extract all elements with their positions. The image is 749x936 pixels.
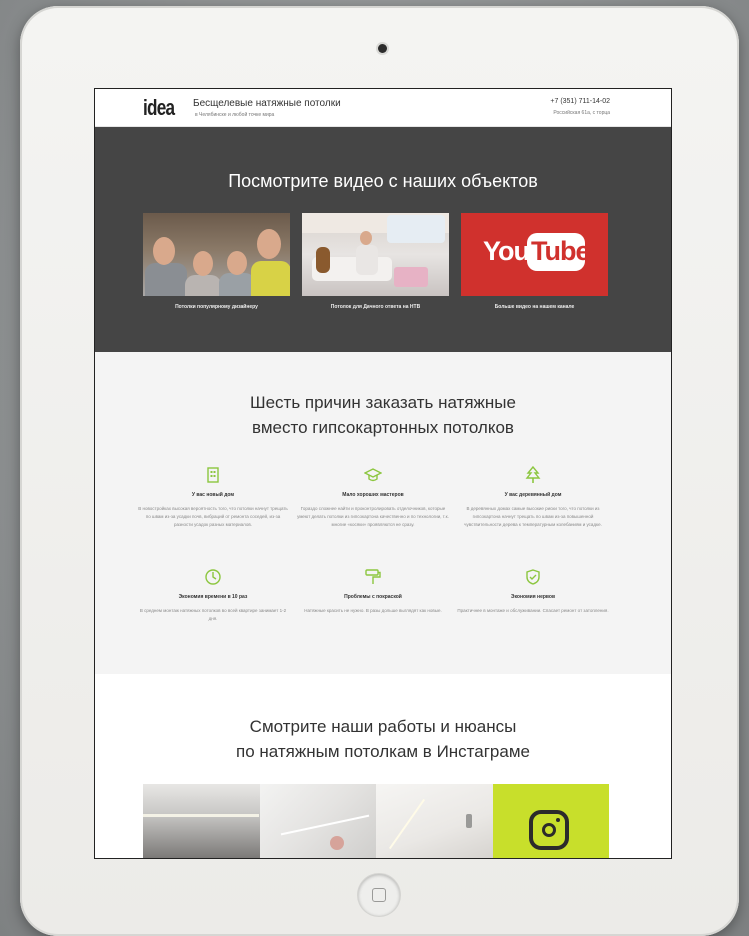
person-shirt	[251, 261, 290, 296]
light-strip	[280, 814, 369, 836]
reason-text: В деревянных домах самые высокие риски т…	[464, 506, 602, 527]
video-card[interactable]: You Tube Больше видео на нашем канале	[461, 213, 608, 310]
phone-number[interactable]: +7 (351) 711-14-02	[550, 98, 610, 105]
person-shirt	[219, 273, 255, 296]
paint-roller-icon	[365, 569, 381, 584]
lamp	[329, 836, 344, 850]
person-face	[360, 231, 372, 245]
reason-item: Экономия времени в 10 раз В среднем монт…	[133, 568, 293, 623]
clock-icon	[205, 569, 221, 585]
reason-text: Натяжные красить не нужно. В разы дольше…	[304, 608, 442, 613]
youtube-logo-box: Tube	[527, 233, 590, 271]
dog	[316, 247, 330, 273]
instagram-photo[interactable]	[143, 784, 260, 858]
person-face	[153, 237, 175, 265]
building-icon	[207, 467, 219, 483]
instagram-heading-line: Смотрите наши работы и нюансы	[249, 717, 517, 736]
video-card[interactable]: Потолок для Дачного ответа на НТВ	[302, 213, 449, 310]
site-logo[interactable]: idea	[143, 95, 175, 121]
light-strip	[388, 798, 426, 850]
instagram-icon[interactable]	[528, 810, 569, 850]
home-square-icon	[372, 888, 386, 902]
video-caption[interactable]: Потолки популярному дизайнеру	[143, 304, 290, 310]
person-shirt	[185, 275, 221, 296]
tree-icon	[525, 466, 541, 483]
site-title: Бесщелевые натяжные потолки	[193, 98, 341, 109]
person-body	[356, 245, 378, 275]
shield-icon	[526, 569, 540, 585]
light-strip	[143, 814, 259, 817]
reason-item: Мало хороших мастеров Гораздо сложнее на…	[293, 466, 453, 529]
instagram-heading: Смотрите наши работы и нюансы по натяжны…	[95, 714, 671, 764]
tv-screen	[387, 215, 445, 243]
reason-text: Гораздо сложнее найти и проконтролироват…	[297, 506, 449, 527]
reasons-heading: Шесть причин заказать натяжные вместо ги…	[95, 390, 671, 440]
person-shirt	[145, 263, 187, 296]
reason-text: В новостройках высокая вероятность того,…	[138, 506, 288, 527]
person-face	[193, 251, 213, 276]
reasons-heading-line: Шесть причин заказать натяжные	[250, 393, 516, 412]
reason-text: Практичнее в монтаже и обслуживании. Спа…	[457, 608, 609, 613]
video-card[interactable]: Потолки популярному дизайнеру	[143, 213, 290, 310]
person-face	[227, 251, 247, 275]
pink-table	[394, 267, 428, 287]
tablet-screen: idea Бесщелевые натяжные потолки в Челяб…	[94, 88, 672, 859]
video-thumbnail-selfie[interactable]	[143, 213, 290, 296]
instagram-icon-dot	[555, 818, 560, 822]
video-caption[interactable]: Больше видео на нашем канале	[461, 304, 608, 310]
reason-title: У вас деревянный дом	[504, 492, 562, 498]
home-button[interactable]	[358, 874, 400, 916]
spotlight	[466, 814, 472, 828]
reason-item: Проблемы с покраской Натяжные красить не…	[293, 568, 453, 615]
person-face	[257, 229, 281, 259]
youtube-thumbnail[interactable]: You Tube	[461, 213, 608, 296]
reason-text: В среднем монтаж натяжных потолков во вс…	[139, 608, 287, 621]
instagram-icon-lens	[541, 823, 556, 837]
reason-item: У вас новый дом В новостройках высокая в…	[133, 466, 293, 529]
instagram-section: Смотрите наши работы и нюансы по натяжны…	[95, 674, 671, 858]
graduation-cap-icon	[364, 468, 382, 482]
instagram-grid	[143, 784, 609, 858]
reason-title: Проблемы с покраской	[344, 594, 402, 600]
video-caption[interactable]: Потолок для Дачного ответа на НТВ	[302, 304, 449, 310]
front-camera	[378, 44, 387, 53]
reason-title: Экономия времени в 10 раз	[178, 594, 248, 600]
instagram-photo[interactable]	[376, 784, 493, 858]
reason-title: Экономия нервов	[510, 594, 556, 600]
reasons-section: Шесть причин заказать натяжные вместо ги…	[95, 352, 671, 674]
reason-title: Мало хороших мастеров	[342, 492, 404, 498]
reason-title: У вас новый дом	[191, 492, 235, 498]
reason-item: Экономия нервов Практичнее в монтаже и о…	[453, 568, 613, 615]
instagram-heading-line: по натяжным потолкам в Инстаграме	[236, 742, 530, 761]
site-header: idea Бесщелевые натяжные потолки в Челяб…	[95, 89, 671, 127]
tablet-device: idea Бесщелевые натяжные потолки в Челяб…	[20, 6, 739, 936]
video-section-heading: Посмотрите видео с наших объектов	[228, 171, 538, 191]
instagram-photo[interactable]	[259, 784, 376, 858]
video-thumbnail-living-room[interactable]	[302, 213, 449, 296]
video-section: Посмотрите видео с наших объектов Потолк…	[95, 127, 671, 352]
youtube-logo-you: You	[483, 236, 530, 266]
site-subtitle: в Челябинске и любой точке мира	[195, 112, 275, 118]
reasons-heading-line: вместо гипсокартонных потолков	[252, 418, 514, 437]
reason-item: У вас деревянный дом В деревянных домах …	[453, 466, 613, 529]
address: Российская 61а, с торца	[553, 110, 610, 116]
instagram-link-tile[interactable]	[492, 784, 609, 858]
youtube-logo-tube: Tube	[531, 236, 590, 266]
